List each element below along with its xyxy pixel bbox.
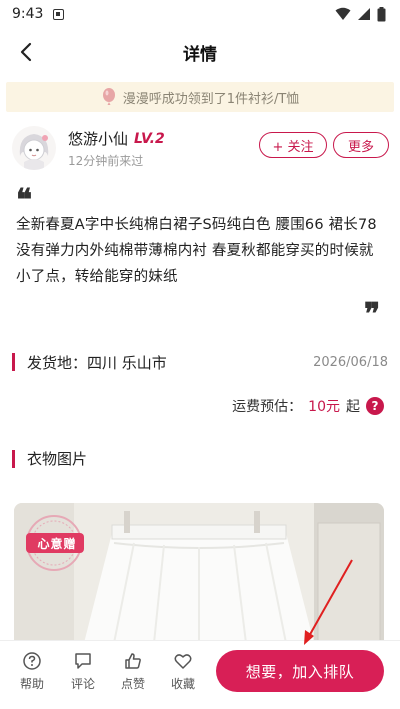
fee-help-icon[interactable]: ? bbox=[366, 397, 384, 415]
photos-section-header: 衣物图片 bbox=[12, 448, 87, 469]
chevron-left-icon bbox=[20, 42, 32, 62]
page-title: 详情 bbox=[183, 44, 217, 65]
shipping-row: 发货地：四川 乐山市 2026/06/18 bbox=[12, 350, 388, 374]
tab-favorite[interactable]: 收藏 bbox=[163, 651, 203, 692]
heart-icon bbox=[174, 654, 192, 669]
avatar[interactable] bbox=[12, 126, 56, 170]
fee-label: 运费预估： bbox=[232, 399, 303, 415]
shipping-origin: 发货地：四川 乐山市 bbox=[27, 353, 167, 372]
fee-suffix: 起 bbox=[346, 399, 360, 415]
status-time: 9:43 bbox=[12, 6, 44, 22]
section-accent-bar bbox=[12, 449, 15, 468]
item-description: 全新春夏A字中长纯棉白裙子S码纯白色 腰围66 裙长78 没有弹力内外纯棉带薄棉… bbox=[16, 217, 377, 285]
shipping-fee-row: 运费预估： 10元 起 ? bbox=[232, 396, 384, 416]
bottom-action-bar: 帮助 评论 点赞 收藏 想要，加入排队 bbox=[0, 640, 400, 709]
notification-icon bbox=[53, 8, 65, 20]
help-icon bbox=[23, 652, 41, 670]
join-queue-button[interactable]: 想要，加入排队 bbox=[216, 650, 384, 692]
tab-label: 评论 bbox=[70, 677, 95, 691]
seller-level: LV.2 bbox=[134, 130, 165, 147]
photos-section-title: 衣物图片 bbox=[27, 450, 88, 468]
post-date: 2026/06/18 bbox=[313, 354, 388, 370]
photo-stamp-text: 心意赠 bbox=[37, 537, 77, 551]
comment-icon bbox=[75, 653, 91, 669]
seller-name-line: 悠游小仙 LV.2 bbox=[68, 128, 165, 149]
tab-comment[interactable]: 评论 bbox=[63, 651, 103, 692]
signal-icon bbox=[358, 8, 370, 20]
clothing-photo[interactable]: 心意赠 bbox=[14, 503, 384, 643]
tab-label: 收藏 bbox=[170, 677, 195, 691]
balloon-icon bbox=[102, 88, 115, 105]
notice-banner: 漫漫呼成功领到了1件衬衫/T恤 bbox=[6, 82, 394, 112]
fee-value: 10元 bbox=[308, 399, 340, 415]
tab-label: 点赞 bbox=[120, 677, 145, 691]
close-quote-icon: ❞ bbox=[364, 297, 381, 332]
nav-bar: 详情 bbox=[0, 28, 400, 76]
thumbs-up-icon bbox=[125, 653, 141, 669]
wifi-icon bbox=[335, 7, 351, 20]
more-button[interactable]: 更多 bbox=[333, 132, 389, 158]
avatar-image bbox=[12, 126, 56, 170]
tab-label: 帮助 bbox=[19, 677, 44, 691]
seller-name[interactable]: 悠游小仙 bbox=[68, 128, 128, 149]
last-seen-text: 12分钟前来过 bbox=[68, 154, 144, 168]
status-bar: 9:43 bbox=[0, 0, 400, 28]
tab-help[interactable]: 帮助 bbox=[12, 651, 52, 692]
tab-like[interactable]: 点赞 bbox=[113, 651, 153, 692]
seller-row: 悠游小仙 LV.2 12分钟前来过 + 关注 更多 bbox=[0, 120, 400, 182]
skirt-image bbox=[14, 503, 384, 643]
battery-icon bbox=[377, 6, 386, 21]
section-accent-bar bbox=[12, 353, 15, 371]
follow-button[interactable]: + 关注 bbox=[259, 132, 327, 158]
banner-text: 漫漫呼成功领到了1件衬衫/T恤 bbox=[122, 91, 300, 107]
back-button[interactable] bbox=[12, 38, 40, 66]
